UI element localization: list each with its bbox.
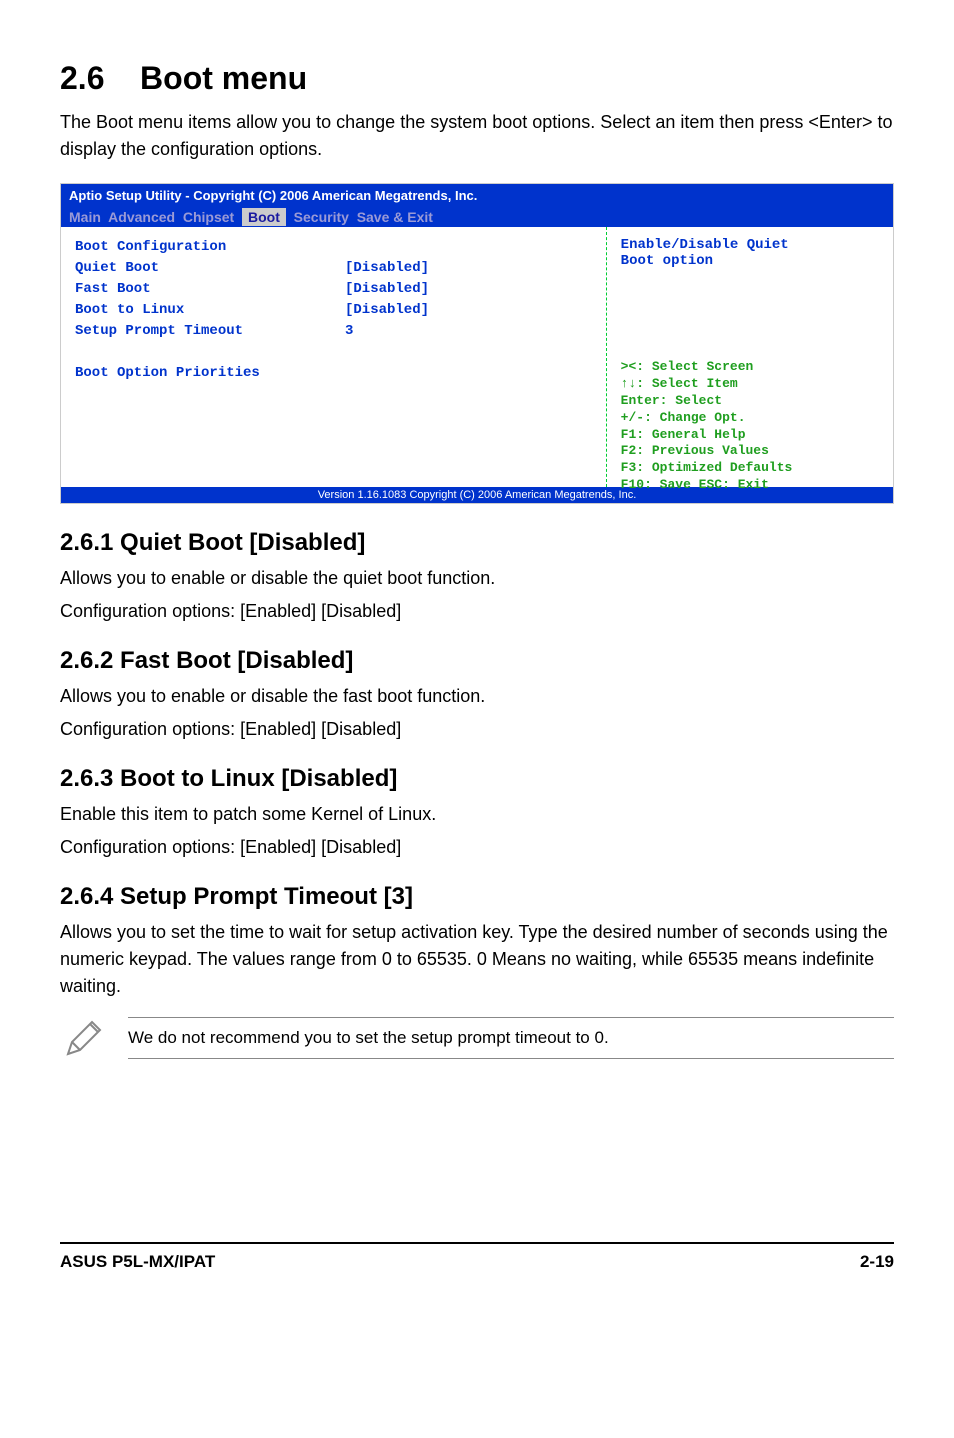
bios-tabs: Main Advanced Chipset Boot Security Save… <box>61 207 893 227</box>
section-heading: 2.6.2 Fast Boot [Disabled] <box>60 647 894 675</box>
section-text: Enable this item to patch some Kernel of… <box>60 801 894 828</box>
bios-header: Aptio Setup Utility - Copyright (C) 2006… <box>61 184 893 207</box>
bios-screenshot: Aptio Setup Utility - Copyright (C) 2006… <box>60 183 894 504</box>
tab-security: Security <box>294 209 349 225</box>
section-heading: 2.6.3 Boot to Linux [Disabled] <box>60 765 894 793</box>
bios-left-panel: Boot Configuration Quiet Boot[Disabled] … <box>61 227 607 487</box>
bios-help-line: Enable/Disable Quiet <box>621 237 879 253</box>
section-heading: 2.6.1 Quiet Boot [Disabled] <box>60 529 894 557</box>
bios-item-value: [Disabled] <box>345 258 429 279</box>
bios-nav-line: F2: Previous Values <box>621 443 879 460</box>
bios-section2: Boot Option Priorities <box>75 363 592 384</box>
bios-item-value: [Disabled] <box>345 300 429 321</box>
bios-nav-line: ><: Select Screen <box>621 359 879 376</box>
heading-number: 2.6 <box>60 60 104 96</box>
section-text: Allows you to enable or disable the fast… <box>60 683 894 710</box>
section-config: Configuration options: [Enabled] [Disabl… <box>60 716 894 743</box>
bios-right-panel: Enable/Disable Quiet Boot option ><: Sel… <box>607 227 893 487</box>
bios-item-value: [Disabled] <box>345 279 429 300</box>
bios-help: Enable/Disable Quiet Boot option <box>621 237 879 269</box>
page-footer: ASUS P5L-MX/IPAT 2-19 <box>60 1242 894 1272</box>
bios-nav-line: +/-: Change Opt. <box>621 410 879 427</box>
bios-nav-line: F10: Save ESC: Exit <box>621 477 879 494</box>
footer-right: 2-19 <box>860 1252 894 1272</box>
heading-title: Boot menu <box>140 60 307 96</box>
bios-item-label: Fast Boot <box>75 279 345 300</box>
main-heading: 2.6 Boot menu <box>60 60 894 97</box>
section-text: Allows you to set the time to wait for s… <box>60 919 894 1000</box>
bios-nav-line: F1: General Help <box>621 427 879 444</box>
bios-body: Boot Configuration Quiet Boot[Disabled] … <box>61 227 893 487</box>
footer-left: ASUS P5L-MX/IPAT <box>60 1252 215 1272</box>
bios-item-label: Setup Prompt Timeout <box>75 321 345 342</box>
tab-boot: Boot <box>242 208 286 226</box>
bios-nav-line: ↑↓: Select Item <box>621 376 879 393</box>
section-config: Configuration options: [Enabled] [Disabl… <box>60 834 894 861</box>
note-box: We do not recommend you to set the setup… <box>60 1014 894 1062</box>
bios-item-label: Boot Configuration <box>75 237 345 258</box>
tab-save-exit: Save & Exit <box>357 209 433 225</box>
bios-nav-line: Enter: Select <box>621 393 879 410</box>
tab-main: Main <box>69 209 101 225</box>
pencil-icon <box>60 1014 108 1062</box>
intro-text: The Boot menu items allow you to change … <box>60 109 894 163</box>
bios-nav: ><: Select Screen ↑↓: Select Item Enter:… <box>621 359 879 494</box>
bios-item-label: Boot to Linux <box>75 300 345 321</box>
tab-chipset: Chipset <box>183 209 234 225</box>
bios-item-value: 3 <box>345 321 353 342</box>
note-text: We do not recommend you to set the setup… <box>128 1017 894 1059</box>
section-text: Allows you to enable or disable the quie… <box>60 565 894 592</box>
bios-item-label: Quiet Boot <box>75 258 345 279</box>
bios-help-line: Boot option <box>621 253 879 269</box>
bios-nav-line: F3: Optimized Defaults <box>621 460 879 477</box>
tab-advanced: Advanced <box>108 209 175 225</box>
section-heading: 2.6.4 Setup Prompt Timeout [3] <box>60 883 894 911</box>
section-config: Configuration options: [Enabled] [Disabl… <box>60 598 894 625</box>
